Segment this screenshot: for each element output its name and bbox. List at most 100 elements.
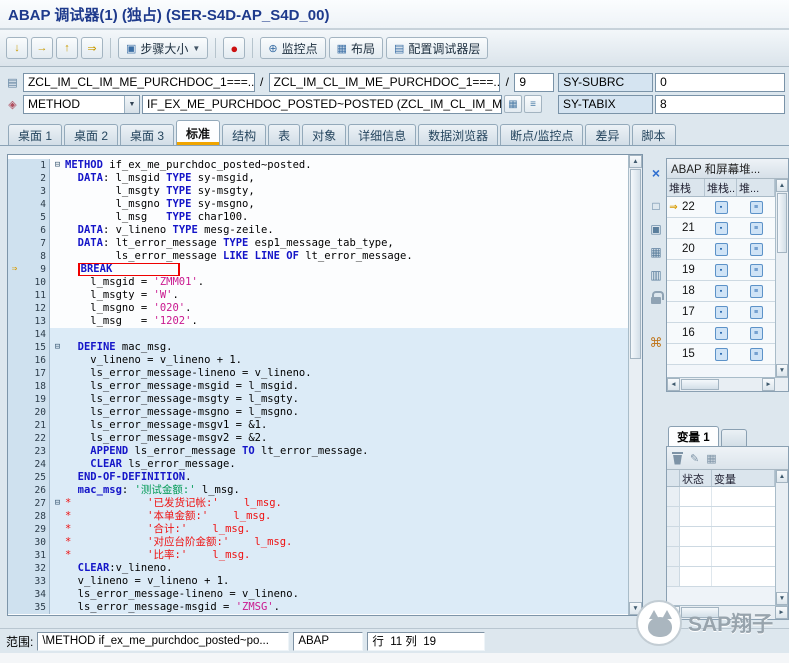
stack-row[interactable]: 17 ▪ ≡ xyxy=(667,302,775,323)
code-line[interactable]: 13 l_msg = '1202'. xyxy=(8,315,628,328)
code-line[interactable]: 14 xyxy=(8,328,628,341)
variable-row[interactable] xyxy=(667,507,775,527)
variable-row[interactable] xyxy=(667,547,775,567)
variable-row[interactable] xyxy=(667,527,775,547)
code-line[interactable]: 18 ls_error_message-msgid = l_msgid. xyxy=(8,380,628,393)
scroll-up-icon[interactable]: ▲ xyxy=(776,470,788,483)
configure-debugger-layers-button[interactable]: ▤ 配置调试器层 xyxy=(386,37,489,59)
fold-collapse-icon[interactable]: ⊟ xyxy=(50,159,65,172)
continue-icon[interactable]: ⇒ xyxy=(81,37,103,59)
code-line[interactable]: 22 ls_error_message-msgv2 = &2. xyxy=(8,432,628,445)
display-structure-icon[interactable]: ▦ xyxy=(504,95,522,113)
scrollbar-thumb[interactable] xyxy=(630,169,641,359)
sy-tabix-value-field[interactable]: 8 xyxy=(655,94,785,114)
scrollbar-thumb[interactable] xyxy=(777,193,787,253)
scroll-up-icon[interactable]: ▲ xyxy=(629,155,642,168)
session-icon[interactable]: ⌘ xyxy=(647,334,665,352)
tab-diff[interactable]: 差异 xyxy=(585,124,630,145)
tab-data-explorer[interactable]: 数据浏览器 xyxy=(418,124,499,145)
code-line[interactable]: 8 ls_error_message LIKE LINE OF lt_error… xyxy=(8,250,628,263)
variable-row[interactable] xyxy=(667,487,775,507)
code-line[interactable]: 26 mac_msg: '测试金额:' l_msg. xyxy=(8,484,628,497)
variable-row[interactable] xyxy=(667,567,775,587)
editor-vertical-scrollbar[interactable]: ▲ ▼ xyxy=(628,155,642,615)
table-view-icon[interactable]: ▥ xyxy=(647,266,665,284)
scroll-right-icon[interactable]: ► xyxy=(775,606,788,619)
code-line[interactable]: 31 * '比率:' l_msg. xyxy=(8,549,628,562)
code-line[interactable]: 30 * '对应台阶金额:' l_msg. xyxy=(8,536,628,549)
event-type-combo[interactable]: METHOD ▼ xyxy=(23,94,140,114)
lock-icon[interactable] xyxy=(647,289,665,307)
code-editor[interactable]: 1 ⊟ METHOD if_ex_me_purchdoc_posted~posted… xyxy=(7,154,643,616)
fold-collapse-icon[interactable]: ⊟ xyxy=(50,341,65,354)
scrollbar-track[interactable] xyxy=(720,378,762,391)
tab-variables-next[interactable] xyxy=(720,429,747,446)
scope-field[interactable]: \METHOD if_ex_me_purchdoc_posted~po... xyxy=(37,631,290,651)
code-line[interactable]: 34 ls_error_message-lineno = v_lineno. xyxy=(8,588,628,601)
scrollbar-track[interactable] xyxy=(629,360,642,602)
code-line[interactable]: 1 ⊟ METHOD if_ex_me_purchdoc_posted~posted… xyxy=(8,159,628,172)
stack-row[interactable]: 21 ▪ ≡ xyxy=(667,218,775,239)
code-line[interactable]: ⇒ 9 BREAK xyxy=(8,263,628,276)
scrollbar-track[interactable] xyxy=(776,254,788,364)
display-grid-icon[interactable]: ▦ xyxy=(706,452,716,465)
code-line[interactable]: 15 ⊟ DEFINE mac_msg. xyxy=(8,341,628,354)
return-icon[interactable]: ↑ xyxy=(56,37,78,59)
code-line[interactable]: 23 APPEND ls_error_message TO lt_error_m… xyxy=(8,445,628,458)
new-page-icon[interactable]: □ xyxy=(647,197,665,215)
line-field[interactable]: 9 xyxy=(514,72,555,92)
code-line[interactable]: 17 ls_error_message-lineno = v_lineno. xyxy=(8,367,628,380)
tab-objects[interactable]: 对象 xyxy=(302,124,347,145)
tab-tables[interactable]: 表 xyxy=(268,124,301,145)
code-line[interactable]: 10 l_msgid = 'ZMM01'. xyxy=(8,276,628,289)
main-program-field[interactable]: ZCL_IM_CL_IM_ME_PURCHDOC_1===... xyxy=(22,72,255,92)
step-into-icon[interactable]: ↓ xyxy=(6,37,28,59)
code-line[interactable]: 3 l_msgty TYPE sy-msgty, xyxy=(8,185,628,198)
stack-row[interactable]: 15 ▪ ≡ xyxy=(667,344,775,365)
scrollbar-track[interactable] xyxy=(776,483,788,592)
code-line[interactable]: 32 CLEAR:v_lineno. xyxy=(8,562,628,575)
tab-desktop-2[interactable]: 桌面 2 xyxy=(64,124,119,145)
tab-variables-1[interactable]: 变量 1 xyxy=(668,426,719,446)
sy-subrc-value-field[interactable]: 0 xyxy=(655,72,785,92)
combo-dropdown-icon[interactable]: ▼ xyxy=(124,95,139,113)
code-line[interactable]: 12 l_msgno = '020'. xyxy=(8,302,628,315)
stack-row[interactable]: 16 ▪ ≡ xyxy=(667,323,775,344)
code-line[interactable]: 29 * '合计:' l_msg. xyxy=(8,523,628,536)
code-line[interactable]: 11 l_msgty = 'W'. xyxy=(8,289,628,302)
copy-icon[interactable]: ▣ xyxy=(647,220,665,238)
code-line[interactable]: 20 ls_error_message-msgno = l_msgno. xyxy=(8,406,628,419)
code-line[interactable]: 21 ls_error_message-msgv1 = &1. xyxy=(8,419,628,432)
step-size-button[interactable]: ▣ 步骤大小 ▼ xyxy=(118,37,209,59)
code-line[interactable]: 19 ls_error_message-msgty = l_msgty. xyxy=(8,393,628,406)
stack-vertical-scrollbar[interactable]: ▲ ▼ xyxy=(775,179,788,377)
watchpoint-button[interactable]: ⊕ 监控点 xyxy=(260,37,326,59)
scroll-left-icon[interactable]: ◄ xyxy=(667,378,680,391)
code-line[interactable]: 28 * '本单金额:' l_msg. xyxy=(8,510,628,523)
edit-icon[interactable]: ✎ xyxy=(690,452,699,465)
code-line[interactable]: 5 l_msg TYPE char100. xyxy=(8,211,628,224)
tab-breakpoints[interactable]: 断点/监控点 xyxy=(500,124,584,145)
fold-collapse-icon[interactable]: ⊟ xyxy=(50,497,65,510)
tab-desktop-3[interactable]: 桌面 3 xyxy=(120,124,175,145)
tab-detail[interactable]: 详细信息 xyxy=(348,124,417,145)
code-line[interactable]: 6 DATA: v_lineno TYPE mesg-zeile. xyxy=(8,224,628,237)
execute-step-icon[interactable]: → xyxy=(31,37,53,59)
code-line[interactable]: 24 CLEAR ls_error_message. xyxy=(8,458,628,471)
goto-statement-icon[interactable]: ≡ xyxy=(524,95,542,113)
stack-row[interactable]: 19 ▪ ≡ xyxy=(667,260,775,281)
tab-standard[interactable]: 标准 xyxy=(176,120,221,145)
code-line[interactable]: 4 l_msgno TYPE sy-msgno, xyxy=(8,198,628,211)
stop-debugger-icon[interactable]: ● xyxy=(223,37,246,59)
scroll-down-icon[interactable]: ▼ xyxy=(776,364,788,377)
code-line[interactable]: 27 ⊟ * '已发货记帐:' l_msg. xyxy=(8,497,628,510)
stack-row[interactable]: ⇒ 22 ▪ ≡ xyxy=(667,197,775,218)
code-line[interactable]: 16 v_lineno = v_lineno + 1. xyxy=(8,354,628,367)
stack-row[interactable]: 18 ▪ ≡ xyxy=(667,281,775,302)
code-line[interactable]: 2 DATA: l_msgid TYPE sy-msgid, xyxy=(8,172,628,185)
variables-vertical-scrollbar[interactable]: ▲ ▼ xyxy=(775,470,788,605)
layout-button[interactable]: ▦ 布局 xyxy=(328,37,383,59)
close-icon[interactable]: × xyxy=(647,164,665,182)
tab-script[interactable]: 脚本 xyxy=(631,124,676,145)
stack-horizontal-scrollbar[interactable]: ◄ ► xyxy=(667,377,788,391)
